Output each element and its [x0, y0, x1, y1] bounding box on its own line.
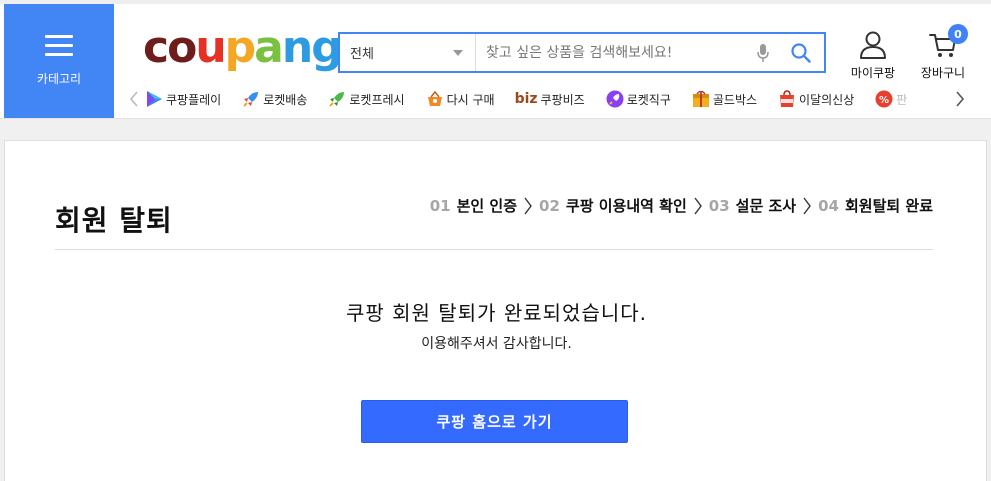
- shortcut-rocket-fresh[interactable]: 로켓프레시: [327, 86, 405, 112]
- step-indicator: 01 본인 인증 02 쿠팡 이용내역 확인 03 설문 조사 04 회원탈퇴 …: [430, 195, 933, 216]
- chevron-right-icon: [802, 197, 812, 215]
- chevron-right-icon: [523, 197, 533, 215]
- coupang-logo[interactable]: coupang: [143, 20, 343, 76]
- rocket-fresh-icon: [329, 92, 345, 107]
- cart-label: 장바구니: [920, 66, 966, 80]
- nav-prev-button[interactable]: [124, 86, 144, 112]
- biz-icon: biz: [514, 91, 538, 107]
- shortcut-label: 이달의신상: [799, 92, 855, 107]
- shortcut-label: 로켓배송: [263, 92, 308, 107]
- play-icon: [147, 91, 162, 107]
- category-shortcut-bar: 쿠팡플레이 로켓배송 로켓프레시 다시 구매 biz 쿠팡비즈 로켓직구 골드박…: [124, 86, 991, 112]
- category-menu-button[interactable]: 카테고리: [4, 4, 114, 118]
- shortcut-coupang-biz[interactable]: biz 쿠팡비즈: [515, 86, 585, 112]
- logo-letter: p: [224, 22, 256, 73]
- new-icon: [780, 90, 795, 107]
- logo-letter: a: [254, 22, 284, 73]
- microphone-icon[interactable]: [748, 34, 778, 71]
- shortcut-label: 골드박스: [712, 92, 758, 107]
- logo-letter: n: [281, 22, 313, 73]
- withdrawal-panel: 회원 탈퇴 01 본인 인증 02 쿠팡 이용내역 확인 03 설문 조사 04…: [4, 140, 987, 481]
- step-number: 02: [539, 196, 560, 215]
- shortcut-label: 로켓직구: [626, 92, 671, 107]
- chevron-right-icon: [693, 197, 703, 215]
- logo-letter: u: [195, 22, 226, 73]
- search-icon[interactable]: [778, 34, 824, 71]
- cart-link[interactable]: 0 장바구니: [914, 24, 972, 81]
- shortcut-rocket-delivery[interactable]: 로켓배송: [241, 86, 307, 112]
- category-label: 카테고리: [36, 72, 82, 86]
- step-number: 01: [429, 196, 451, 215]
- shortcut-label: 로켓프레시: [349, 92, 405, 107]
- logo-letter: g: [311, 22, 342, 73]
- chevron-left-icon: [129, 91, 138, 107]
- mycoupang-link[interactable]: 마이쿠팡: [846, 30, 900, 81]
- step-number: 03: [708, 196, 730, 215]
- rocket-global-icon: [606, 90, 624, 108]
- shortcut-label: 다시 구매: [446, 92, 495, 107]
- user-icon: [860, 31, 886, 59]
- shortcut-label: 판: [896, 92, 908, 107]
- page-title: 회원 탈퇴: [55, 204, 173, 237]
- logo-letter: o: [167, 22, 197, 73]
- search-scope-select[interactable]: 전체: [340, 34, 476, 71]
- basket-icon: [427, 90, 442, 106]
- shortcut-gold-box[interactable]: 골드박스: [691, 86, 757, 112]
- go-home-button[interactable]: 쿠팡 홈으로 가기: [361, 400, 628, 443]
- svg-text:%: %: [879, 95, 889, 106]
- cart-count-badge: 0: [948, 24, 968, 44]
- shortcut-rocket-global[interactable]: 로켓직구: [605, 86, 671, 112]
- search-bar: 전체: [338, 32, 826, 73]
- logo-letter: c: [143, 22, 169, 73]
- search-scope-value: 전체: [350, 47, 374, 62]
- mycoupang-label: 마이쿠팡: [850, 66, 896, 80]
- step-label: 설문 조사: [735, 197, 797, 215]
- step-label: 본인 인증: [456, 197, 518, 215]
- title-divider: [55, 249, 933, 250]
- step-label: 쿠팡 이용내역 확인: [565, 197, 687, 215]
- shortcut-coupang-play[interactable]: 쿠팡플레이: [144, 86, 221, 112]
- hamburger-icon: [45, 35, 73, 56]
- gold-box-icon: [692, 90, 709, 107]
- shortcut-list: 쿠팡플레이 로켓배송 로켓프레시 다시 구매 biz 쿠팡비즈 로켓직구 골드박…: [144, 86, 950, 112]
- shortcut-rebuy[interactable]: 다시 구매: [425, 86, 495, 112]
- search-input[interactable]: [476, 34, 748, 71]
- shortcut-sale[interactable]: % 판: [874, 86, 907, 112]
- chevron-down-icon: [453, 49, 463, 56]
- chevron-right-icon: [956, 91, 965, 107]
- rocket-icon: [243, 92, 259, 107]
- completion-message: 쿠팡 회원 탈퇴가 완료되었습니다.: [345, 301, 648, 325]
- step-number: 04: [818, 196, 839, 215]
- shortcut-monthly-new[interactable]: 이달의신상: [777, 86, 854, 112]
- shortcut-label: 쿠팡플레이: [166, 92, 222, 107]
- step-label: 회원탈퇴 완료: [844, 197, 933, 215]
- nav-next-button[interactable]: [950, 86, 970, 112]
- thank-you-message: 이용해주셔서 감사합니다.: [421, 336, 572, 352]
- shortcut-label: 쿠팡비즈: [540, 92, 585, 107]
- sale-icon: %: [875, 90, 893, 108]
